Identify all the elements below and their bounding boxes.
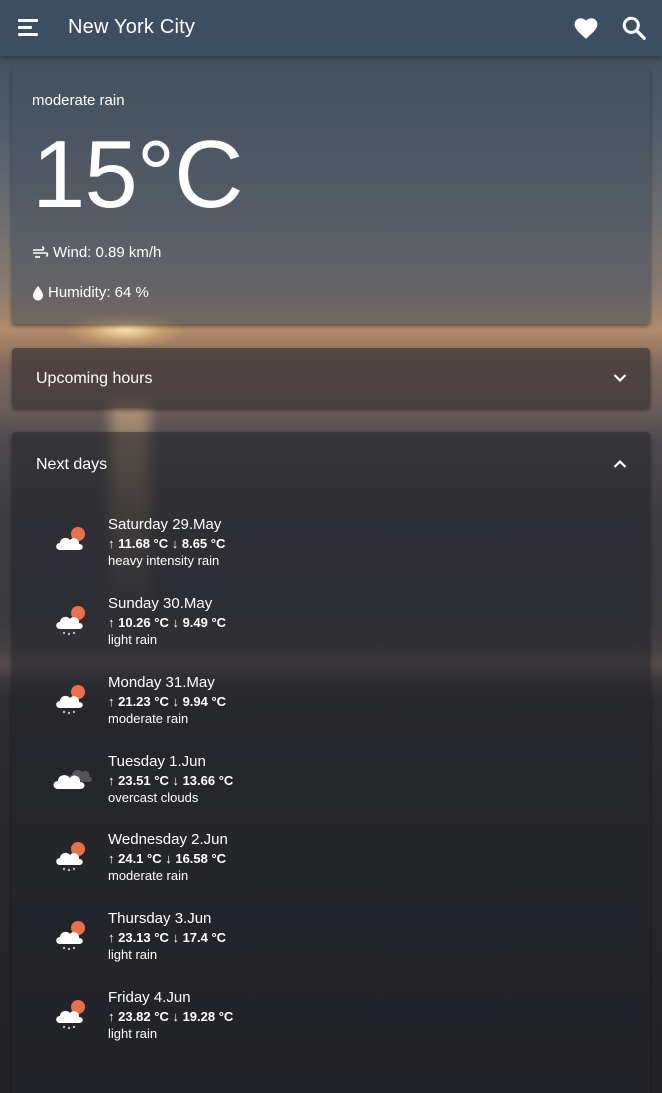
forecast-day-row: Friday 4.Jun ↑ 23.82 °C ↓ 19.28 °C light…: [52, 989, 612, 1049]
day-name: Tuesday 1.Jun: [108, 753, 206, 770]
upcoming-hours-panel[interactable]: Upcoming hours: [12, 348, 650, 408]
wind-text: Wind: 0.89 km/h: [53, 244, 162, 261]
day-temperature-range: ↑ 23.13 °C ↓ 17.4 °C: [108, 930, 227, 945]
day-name: Saturday 29.May: [108, 516, 222, 533]
next-days-title: Next days: [36, 456, 108, 473]
favorite-heart-icon[interactable]: [573, 16, 599, 40]
current-weather-card: moderate rain 15°C Wind: 0.89 km/h Humid…: [12, 68, 650, 324]
city-title: New York City: [68, 16, 196, 38]
humidity-info: Humidity: 64 %: [32, 284, 149, 301]
forecast-day-row: Sunday 30.May ↑ 10.26 °C ↓ 9.49 °C light…: [52, 595, 612, 655]
chevron-down-icon[interactable]: [612, 370, 628, 386]
day-name: Monday 31.May: [108, 674, 215, 691]
forecast-day-row: Wednesday 2.Jun ↑ 24.1 °C ↓ 16.58 °C mod…: [52, 831, 612, 891]
day-name: Thursday 3.Jun: [108, 910, 212, 927]
forecast-day-row: Saturday 29.May ↑ 11.68 °C ↓ 8.65 °C hea…: [52, 516, 612, 576]
overcast-clouds-icon: [53, 769, 92, 789]
day-temperature-range: ↑ 24.1 °C ↓ 16.58 °C: [108, 851, 227, 866]
day-temperature-range: ↑ 23.82 °C ↓ 19.28 °C: [108, 1009, 234, 1024]
forecast-day-row: Tuesday 1.Jun ↑ 23.51 °C ↓ 13.66 °C over…: [52, 753, 612, 813]
wind-icon: [33, 245, 49, 258]
water-drop-icon: [33, 285, 43, 300]
day-name: Wednesday 2.Jun: [108, 831, 228, 848]
day-description: light rain: [108, 632, 158, 647]
day-temperature-range: ↑ 10.26 °C ↓ 9.49 °C: [108, 615, 227, 630]
day-temperature-range: ↑ 11.68 °C ↓ 8.65 °C: [108, 536, 226, 551]
day-description: moderate rain: [108, 868, 189, 883]
forecast-day-row: Thursday 3.Jun ↑ 23.13 °C ↓ 17.4 °C ligh…: [52, 910, 612, 970]
day-temperature-range: ↑ 21.23 °C ↓ 9.94 °C: [108, 694, 227, 709]
rain-cloud-icon: [56, 685, 85, 715]
upcoming-hours-title: Upcoming hours: [36, 370, 153, 387]
rain-cloud-icon: [56, 1000, 85, 1030]
day-temperature-range: ↑ 23.51 °C ↓ 13.66 °C: [108, 773, 234, 788]
day-description: heavy intensity rain: [108, 553, 220, 568]
next-days-panel: Next days Saturday 29.May ↑ 11.68 °C ↓ 8…: [12, 432, 650, 1093]
rain-cloud-icon: [56, 842, 85, 872]
humidity-text: Humidity: 64 %: [48, 284, 149, 301]
rain-cloud-icon: [56, 606, 85, 636]
day-description: overcast clouds: [108, 790, 199, 805]
rain-cloud-icon: [56, 527, 85, 550]
current-description: moderate rain: [32, 92, 125, 109]
day-description: light rain: [108, 1026, 158, 1041]
day-description: light rain: [108, 947, 158, 962]
wind-info: Wind: 0.89 km/h: [32, 244, 161, 261]
current-temperature: 15°C: [32, 121, 243, 228]
day-name: Sunday 30.May: [108, 595, 213, 612]
app-bar: New York City: [0, 0, 662, 56]
day-name: Friday 4.Jun: [108, 989, 191, 1006]
day-description: moderate rain: [108, 711, 189, 726]
rain-cloud-icon: [56, 921, 85, 951]
menu-icon[interactable]: [16, 16, 40, 40]
forecast-day-row: Monday 31.May ↑ 21.23 °C ↓ 9.94 °C moder…: [52, 674, 612, 734]
chevron-up-icon[interactable]: [612, 456, 628, 472]
search-icon[interactable]: [621, 15, 647, 41]
